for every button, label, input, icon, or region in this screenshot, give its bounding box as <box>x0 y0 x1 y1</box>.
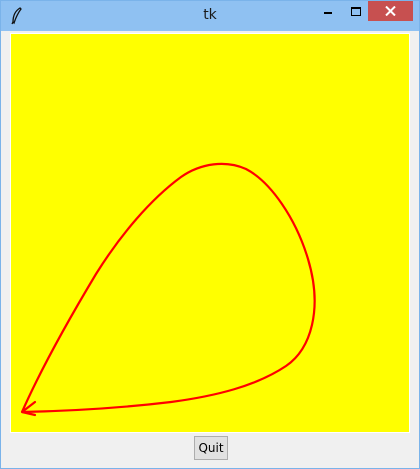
close-button[interactable] <box>368 1 413 21</box>
quit-button[interactable]: Quit <box>194 436 228 460</box>
drawing-canvas[interactable] <box>10 33 410 433</box>
red-curve <box>20 162 316 414</box>
close-icon <box>385 6 396 16</box>
maximize-button[interactable] <box>343 1 369 21</box>
tk-window: tk Quit <box>0 0 420 469</box>
titlebar[interactable]: tk <box>1 1 419 31</box>
minimize-button[interactable] <box>315 1 341 21</box>
